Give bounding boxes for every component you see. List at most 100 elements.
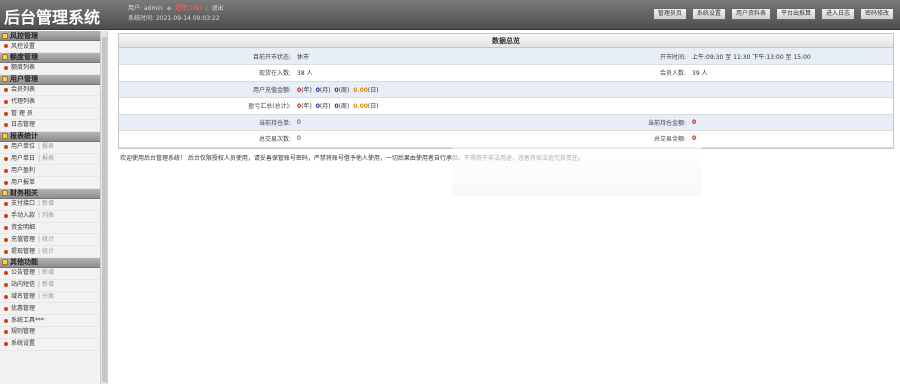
header-button-platform[interactable]: 平台出推算: [775, 8, 816, 20]
sidebar-item[interactable]: 域名管理 | 分类: [0, 292, 100, 304]
bullet-icon: [4, 214, 8, 219]
sidebar-item[interactable]: 站内短信 | 新增: [0, 280, 100, 292]
sidebar-item-label: 系统设置: [11, 340, 36, 348]
sidebar-item-label: 资金明细: [11, 224, 36, 232]
sidebar-item[interactable]: 日志管理: [0, 120, 100, 132]
sidebar-item[interactable]: 用户报单: [0, 177, 100, 189]
sidebar-item[interactable]: 支付接口 | 新增: [0, 199, 100, 211]
folder-icon: [2, 259, 8, 266]
panel-title: 数据总览: [119, 34, 893, 48]
sidebar-group-header[interactable]: 用户管理: [0, 74, 100, 85]
sidebar-group-title: 用户管理: [10, 75, 38, 84]
sidebar-group-header[interactable]: 报表统计: [0, 131, 100, 142]
sidebar-group-header[interactable]: 财务相关: [0, 188, 100, 199]
member-count-label: 会员人数:: [494, 64, 689, 82]
user-info: 用户: admin ◆ 超管(1级) | 退出 系统时间: 2021-09-14…: [128, 5, 224, 22]
folder-icon: [2, 76, 8, 83]
bullet-icon: [4, 66, 8, 71]
sidebar-item[interactable]: 用户盈利: [0, 165, 100, 178]
position-amount-label: 当前持仓金额:: [494, 114, 689, 131]
sidebar-item-sublink[interactable]: | 分类: [38, 291, 54, 303]
sidebar-item-label: 充值管理: [11, 235, 36, 243]
sidebar-item-sublink[interactable]: | 列表: [38, 210, 54, 222]
sidebar-item-label: 系统工具***: [11, 316, 45, 324]
sidebar-item-label: 规则管理: [11, 328, 36, 336]
sidebar-item[interactable]: 管 理 员: [0, 108, 100, 120]
bullet-icon: [4, 342, 8, 347]
time-value: 2021-09-14 09:03:22: [155, 15, 220, 22]
header-button-settings[interactable]: 系统设置: [691, 8, 726, 20]
sidebar-item[interactable]: 会员列表: [0, 85, 100, 97]
sidebar-scrollbar[interactable]: [100, 31, 107, 384]
sidebar-group-header[interactable]: 其他功能: [0, 257, 100, 268]
unit-year: (年): [301, 103, 312, 111]
sidebar-item[interactable]: 风控设置: [0, 41, 100, 53]
sidebar-item-label: 用户盈利: [11, 166, 36, 174]
sidebar-item-label: 站内短信: [11, 281, 36, 289]
market-hours-label: 开市时间:: [494, 48, 689, 65]
sidebar-item-sublink[interactable]: | 统计: [38, 246, 54, 258]
logout-link[interactable]: 退出: [212, 5, 224, 12]
bullet-icon: [4, 156, 8, 161]
folder-icon: [2, 190, 8, 197]
bullet-icon: [4, 202, 8, 207]
folder-icon: [2, 133, 8, 140]
sidebar-item[interactable]: 充值管理 | 统计: [0, 234, 100, 247]
sidebar-group-header[interactable]: 风控管理: [0, 31, 100, 41]
sidebar-item-label: 用户单位: [11, 143, 36, 151]
table-row: 现货在入数: 38 人 会员人数: 39 人: [119, 64, 893, 82]
bullet-icon: [4, 168, 8, 173]
top-bar: 后台管理系统 用户: admin ◆ 超管(1级) | 退出 系统时间: 202…: [0, 0, 900, 30]
header-button-logs[interactable]: 进入日志: [820, 8, 855, 20]
sidebar-item-sublink[interactable]: | 报表: [38, 141, 54, 153]
bullet-icon: [4, 87, 8, 92]
sidebar-item-sublink[interactable]: | 新增: [38, 267, 54, 279]
overview-panel: 数据总览 目前开市状态: 休市 开市时间: 上午:09:30 至 11:30 下…: [118, 33, 894, 149]
sidebar-item[interactable]: 用户单位 | 报表: [0, 142, 100, 154]
sidebar-item[interactable]: 系统工具***: [0, 315, 100, 327]
faded-overlay: [452, 141, 702, 196]
sidebar-item[interactable]: 代理列表: [0, 96, 100, 109]
bullet-icon: [4, 111, 8, 116]
sidebar-item-sublink[interactable]: | 新增: [38, 279, 54, 291]
member-count-value: 39 人: [689, 64, 893, 82]
unit-day: (日): [367, 86, 379, 94]
sidebar-item-label: 会员列表: [11, 86, 36, 94]
scrollbar-thumb[interactable]: [102, 37, 107, 382]
sidebar-item[interactable]: 额度列表: [0, 63, 100, 75]
sidebar-item[interactable]: 系统设置: [0, 339, 100, 351]
unit-month: (月): [319, 86, 331, 94]
sidebar-item[interactable]: 公告管理 | 新增: [0, 268, 100, 280]
bullet-icon: [4, 330, 8, 335]
sidebar-menu: 风控管理 风控设置额度管理 额度列表 用户管理会员列表代理列表管 理 员日志管理 报表统…: [0, 31, 100, 351]
sidebar-item-label: 管 理 员: [11, 109, 33, 117]
sidebar-item[interactable]: 提现管理 | 统计: [0, 246, 100, 258]
overview-table: 目前开市状态: 休市 开市时间: 上午:09:30 至 11:30 下午:13:…: [119, 48, 893, 148]
sidebar-group-title: 额度管理: [10, 53, 38, 62]
pnl-label: 盈亏汇总(总计):: [119, 97, 294, 115]
unit-year: (年): [301, 86, 312, 94]
market-status-label: 目前开市状态:: [119, 48, 294, 65]
sidebar-item[interactable]: 优惠管理: [0, 303, 100, 316]
sidebar-item-label: 风控设置: [11, 42, 36, 50]
sidebar-group-title: 其他功能: [10, 258, 38, 267]
sidebar-item[interactable]: 手动入款 | 列表: [0, 211, 100, 223]
sidebar-item[interactable]: 规则管理: [0, 327, 100, 339]
sidebar-item-label: 公告管理: [11, 269, 36, 277]
sidebar-item[interactable]: 用户单日 | 报表: [0, 154, 100, 166]
empty-cell: [494, 81, 689, 98]
online-count-label: 现货在入数:: [119, 64, 294, 82]
empty-cell: [689, 97, 893, 115]
sidebar-item-sublink[interactable]: | 统计: [38, 234, 54, 246]
header-button-password[interactable]: 密码修改: [859, 8, 894, 20]
table-row: 目前开市状态: 休市 开市时间: 上午:09:30 至 11:30 下午:13:…: [119, 48, 893, 65]
bullet-icon: [4, 249, 8, 254]
table-row: 当前持仓单: 0 当前持仓金额: 0: [119, 114, 893, 131]
sidebar-group-header[interactable]: 额度管理: [0, 52, 100, 63]
header-button-user-data[interactable]: 用户资料表: [730, 8, 771, 20]
header-button-admin[interactable]: 管理员页: [652, 8, 687, 20]
sidebar-item-label: 代理列表: [11, 97, 36, 105]
sidebar-item[interactable]: 资金明细: [0, 223, 100, 235]
sidebar-item-sublink[interactable]: | 报表: [38, 153, 54, 165]
sidebar-item-sublink[interactable]: | 新增: [38, 198, 54, 210]
